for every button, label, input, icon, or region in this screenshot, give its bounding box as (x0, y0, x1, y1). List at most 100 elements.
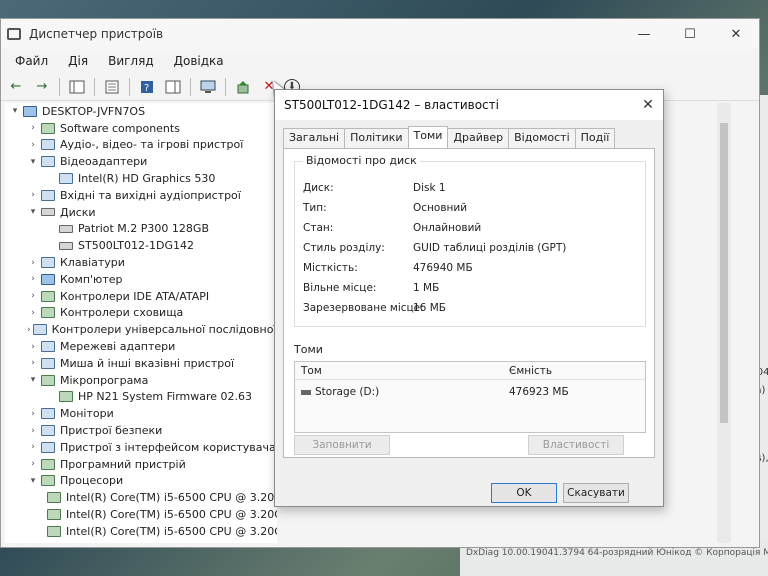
tree-item[interactable]: ▾ Мікропрограма (5, 372, 277, 389)
collapse-chevron-icon[interactable]: ▾ (27, 476, 39, 486)
volume-properties-button[interactable]: Властивості (528, 435, 624, 455)
tree-item[interactable]: Intel(R) HD Graphics 530 (5, 170, 277, 187)
network-icon (41, 341, 55, 353)
collapse-chevron-icon[interactable]: ▾ (27, 375, 39, 385)
update-driver-icon[interactable] (232, 76, 254, 98)
tree-item-label: DESKTOP-JVFN7OS (42, 104, 146, 118)
tree-item[interactable]: ▾ Диски (5, 204, 277, 221)
tree-item[interactable]: Patriot M.2 P300 128GB (5, 221, 277, 238)
tree-item[interactable]: ▾ DESKTOP-JVFN7OS (5, 103, 277, 120)
chip-icon (41, 374, 55, 386)
expand-chevron-icon[interactable]: › (27, 409, 39, 419)
scrollbar-thumb[interactable] (720, 123, 728, 423)
show-hide-console-tree-icon[interactable] (66, 76, 88, 98)
column-header-capacity[interactable]: Ємність (509, 365, 552, 377)
expand-chevron-icon[interactable]: › (27, 308, 39, 318)
tree-item[interactable]: Intel(R) Core(TM) i5-6500 CPU @ 3.20GHz (5, 506, 277, 523)
menu-view[interactable]: Вигляд (100, 52, 162, 70)
expand-chevron-icon[interactable]: › (27, 442, 39, 452)
expand-chevron-icon[interactable]: › (27, 325, 31, 335)
tab-5[interactable]: Події (574, 128, 616, 148)
scrollbar[interactable] (717, 103, 731, 543)
tree-item[interactable]: Intel(R) Core(TM) i5-6500 CPU @ 3.20GHz (5, 523, 277, 540)
forward-arrow-icon[interactable]: → (31, 76, 53, 98)
expand-chevron-icon[interactable]: › (27, 258, 39, 268)
tab-3[interactable]: Драйвер (447, 128, 510, 148)
title-bar[interactable]: Диспетчер пристроїв — ☐ ✕ (1, 19, 759, 49)
expand-chevron-icon[interactable]: › (27, 358, 39, 368)
hid-icon (41, 441, 55, 453)
tab-4[interactable]: Відомості (508, 128, 576, 148)
tree-item[interactable]: › Мережеві адаптери (5, 338, 277, 355)
properties-icon[interactable] (101, 76, 123, 98)
volumes-list[interactable]: Том Ємність Storage (D:) 476923 МБ (294, 361, 646, 433)
tree-item[interactable]: › Миша й інші вказівні пристрої (5, 355, 277, 372)
tree-item[interactable]: › Комп'ютер (5, 271, 277, 288)
collapse-chevron-icon[interactable]: ▾ (27, 157, 39, 167)
tree-item[interactable]: › Вхідні та вихідні аудіопристрої (5, 187, 277, 204)
tree-item[interactable]: › Пристрої з інтерфейсом користувача (5, 439, 277, 456)
cpu-icon (41, 475, 55, 487)
action-pane-icon[interactable] (162, 76, 184, 98)
close-button[interactable]: ✕ (713, 19, 759, 49)
chip-icon (41, 458, 55, 470)
expand-chevron-icon[interactable]: › (27, 274, 39, 284)
tree-item[interactable]: › Програмний пристрій (5, 456, 277, 473)
collapse-chevron-icon[interactable]: ▾ (27, 207, 39, 217)
scan-hardware-icon[interactable] (197, 76, 219, 98)
tree-item-label: Вхідні та вихідні аудіопристрої (60, 188, 241, 202)
tree-item[interactable]: › Контролери універсальної послідовної ши… (5, 321, 277, 338)
tree-item[interactable]: HP N21 System Firmware 02.63 (5, 389, 277, 406)
tab-0[interactable]: Загальні (283, 128, 346, 148)
menu-file[interactable]: Файл (7, 52, 56, 70)
back-arrow-icon[interactable]: ← (5, 76, 27, 98)
tree-item-label: Контролери сховища (60, 306, 184, 320)
collapse-chevron-icon[interactable]: ▾ (9, 106, 21, 116)
tree-item[interactable]: › Клавіатури (5, 254, 277, 271)
ok-button[interactable]: OK (491, 483, 557, 503)
tree-item[interactable]: › Контролери IDE ATA/ATAPI (5, 288, 277, 305)
column-header-volume[interactable]: Том (301, 365, 322, 377)
tab-1[interactable]: Політики (344, 128, 409, 148)
expand-chevron-icon[interactable]: › (27, 190, 39, 200)
minimize-button[interactable]: — (621, 19, 667, 49)
volume-row-name[interactable]: Storage (D:) (301, 386, 379, 398)
tree-item-label: Пристрої безпеки (60, 424, 163, 438)
tree-item[interactable]: ▾ Процесори (5, 473, 277, 490)
tab-2[interactable]: Томи (407, 126, 449, 148)
tree-item[interactable]: › Аудіо-, відео- та ігрові пристрої (5, 137, 277, 154)
tree-item-label: Intel(R) HD Graphics 530 (78, 172, 216, 186)
tree-item[interactable]: › Пристрої безпеки (5, 422, 277, 439)
menu-action[interactable]: Дія (60, 52, 96, 70)
expand-chevron-icon[interactable]: › (27, 459, 39, 469)
expand-chevron-icon[interactable]: › (27, 140, 39, 150)
drive-icon (301, 389, 311, 395)
device-manager-icon (7, 28, 21, 40)
tree-item-label: Клавіатури (60, 256, 125, 270)
audio-icon (41, 139, 55, 151)
tree-item[interactable]: ▾ Відеоадаптери (5, 153, 277, 170)
tree-item[interactable]: Intel(R) Core(TM) i5-6500 CPU @ 3.20GHz (5, 489, 277, 506)
property-label: Стан: (303, 222, 334, 234)
tree-item[interactable]: › Software components (5, 120, 277, 137)
tree-item[interactable]: › Контролери сховища (5, 305, 277, 322)
expand-chevron-icon[interactable]: › (27, 291, 39, 301)
window-title: Диспетчер пристроїв (29, 27, 164, 41)
dialog-title-bar[interactable]: ST500LT012-1DG142 – властивості ✕ (275, 90, 663, 120)
security-icon (41, 425, 55, 437)
maximize-button[interactable]: ☐ (667, 19, 713, 49)
disk-icon (59, 241, 73, 250)
expand-chevron-icon[interactable]: › (27, 426, 39, 436)
tree-item[interactable]: › Монітори (5, 405, 277, 422)
expand-chevron-icon[interactable]: › (27, 123, 39, 133)
menu-help[interactable]: Довідка (166, 52, 232, 70)
populate-button[interactable]: Заповнити (294, 435, 390, 455)
dialog-close-icon[interactable]: ✕ (633, 97, 663, 113)
expand-chevron-icon[interactable]: › (27, 342, 39, 352)
dialog-tabs: Загальні Політики Томи Драйвер Відомості Поді… (283, 126, 616, 148)
device-tree[interactable]: ▾ DESKTOP-JVFN7OS › Software components › Ауд… (5, 103, 277, 543)
tree-item[interactable]: ST500LT012-1DG142 (5, 237, 277, 254)
svg-text:?: ? (144, 83, 149, 94)
cancel-button[interactable]: Скасувати (563, 483, 629, 503)
help-icon[interactable]: ? (136, 76, 158, 98)
